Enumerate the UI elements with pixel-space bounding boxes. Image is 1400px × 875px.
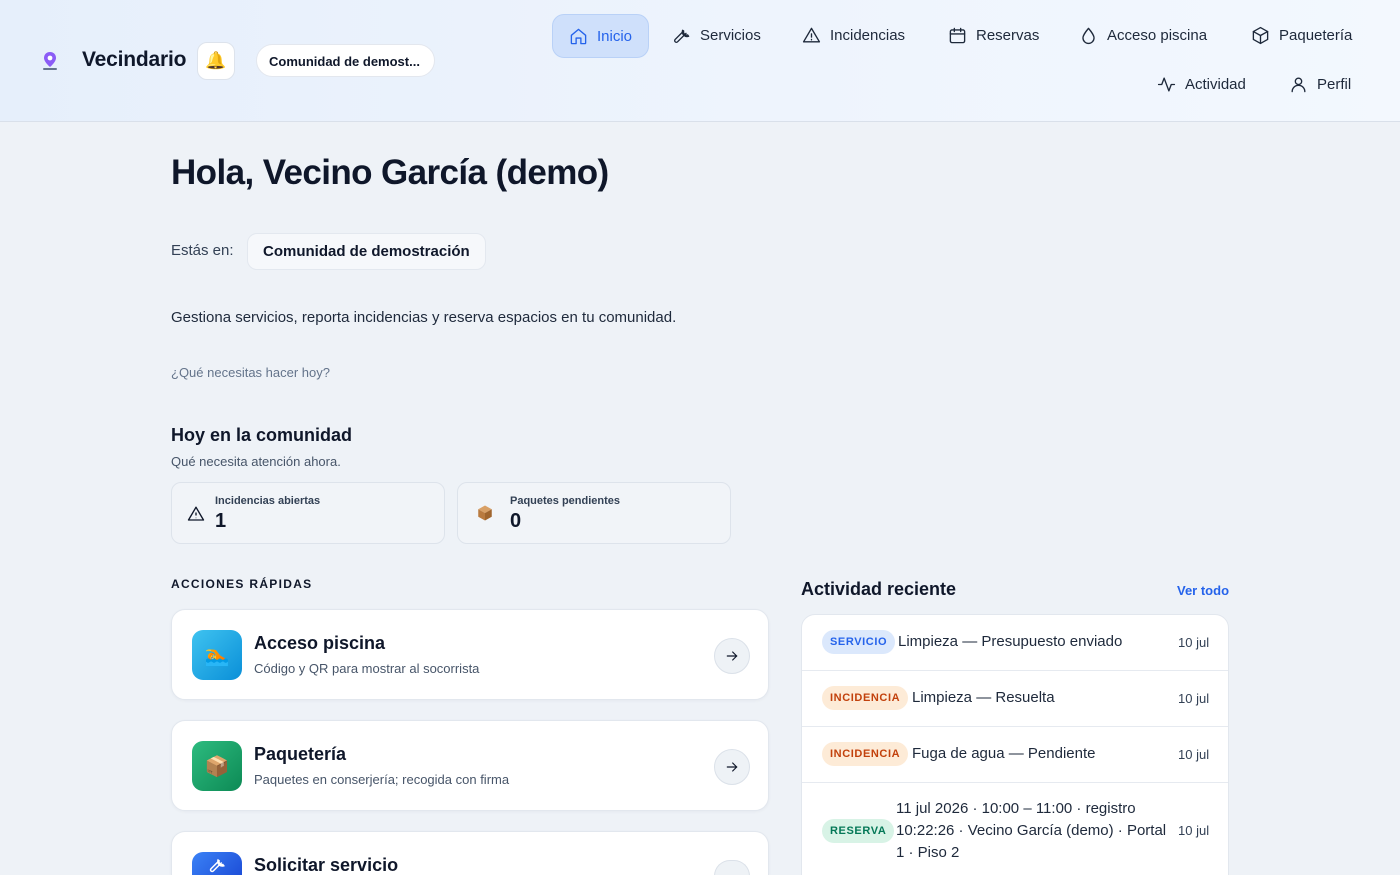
- nav-label: Incidencias: [830, 26, 906, 44]
- activity-date: 10 jul: [1178, 635, 1210, 650]
- activity-text: Limpieza — Resuelta: [912, 689, 1055, 706]
- activity-item[interactable]: RESERVA 11 jul 2026 · 10:00 – 11:00 · re…: [802, 783, 1228, 875]
- app-name[interactable]: Vecindario: [82, 48, 186, 72]
- status-badge: RESERVA: [822, 819, 895, 843]
- nav-label: Paquetería: [1279, 26, 1353, 44]
- activity-date: 10 jul: [1178, 823, 1210, 838]
- top-header: Vecindario 🔔 Comunidad de demost... Inic…: [0, 0, 1400, 122]
- nav-incidencias[interactable]: Incidencias: [786, 13, 921, 57]
- activity-item[interactable]: SERVICIO Limpieza — Presupuesto enviado …: [802, 615, 1228, 671]
- nav-perfil[interactable]: Perfil: [1273, 62, 1367, 106]
- quick-action-solicitar-servicio[interactable]: Solicitar servicio: [171, 831, 769, 875]
- nav-inicio[interactable]: Inicio: [552, 14, 650, 58]
- nav-servicios[interactable]: Servicios: [656, 13, 777, 57]
- droplet-icon: [1082, 27, 1095, 44]
- quick-actions-title: ACCIONES RÁPIDAS: [171, 577, 313, 591]
- home-icon: [570, 28, 587, 44]
- nav-label: Acceso piscina: [1107, 26, 1208, 44]
- stat-label: Incidencias abiertas: [215, 495, 321, 507]
- activity-title: Actividad reciente: [801, 579, 957, 599]
- page-title: Hola, Vecino García (demo): [171, 153, 609, 192]
- package-icon: [478, 505, 492, 521]
- nav-label: Perfil: [1317, 75, 1352, 93]
- warning-icon: [187, 506, 205, 521]
- activity-item[interactable]: INCIDENCIA Limpieza — Resuelta 10 jul: [802, 671, 1228, 727]
- today-title: Hoy en la comunidad: [171, 425, 353, 445]
- status-badge: SERVICIO: [822, 630, 896, 654]
- status-badge: INCIDENCIA: [822, 686, 909, 710]
- status-badge: INCIDENCIA: [822, 742, 909, 766]
- view-all-link[interactable]: Ver todo: [1177, 583, 1229, 598]
- quick-action-description: Paquetes en conserjería; recogida con fi…: [254, 772, 510, 787]
- activity-date: 10 jul: [1178, 747, 1210, 762]
- package-icon: [1252, 26, 1269, 44]
- nav-label: Reservas: [976, 26, 1040, 44]
- activity-text: Fuga de agua — Pendiente: [912, 745, 1096, 762]
- nav-paqueteria[interactable]: Paquetería: [1235, 13, 1368, 57]
- quick-action-name: Solicitar servicio: [254, 855, 399, 875]
- arrow-right-icon[interactable]: [714, 860, 750, 875]
- nav-acceso-piscina[interactable]: Acceso piscina: [1063, 13, 1223, 57]
- activity-item[interactable]: INCIDENCIA Fuga de agua — Pendiente 10 j…: [802, 727, 1228, 783]
- arrow-right-icon[interactable]: [714, 638, 750, 674]
- nav-reservas[interactable]: Reservas: [932, 13, 1055, 57]
- quick-action-acceso-piscina[interactable]: 🏊 Acceso piscina Código y QR para mostra…: [171, 609, 769, 700]
- wrench-icon: [192, 852, 242, 875]
- activity-date: 10 jul: [1178, 691, 1210, 706]
- warning-icon: [802, 27, 821, 43]
- prompt-text: ¿Qué necesitas hacer hoy?: [171, 365, 330, 380]
- nav-label: Actividad: [1185, 75, 1246, 93]
- activity-list: SERVICIO Limpieza — Presupuesto enviado …: [801, 614, 1229, 875]
- quick-action-name: Acceso piscina: [254, 633, 386, 653]
- swimmer-icon: 🏊: [192, 630, 242, 680]
- nav-label: Servicios: [700, 26, 761, 44]
- community-selector[interactable]: Comunidad de demost...: [256, 44, 435, 77]
- stat-label: Paquetes pendientes: [510, 495, 621, 507]
- calendar-icon: [949, 27, 966, 43]
- nav-label: Inicio: [597, 27, 633, 45]
- stat-value: 0: [510, 510, 522, 532]
- activity-text: Limpieza — Presupuesto enviado: [898, 633, 1123, 650]
- nav-actividad[interactable]: Actividad: [1141, 62, 1262, 106]
- stat-value: 1: [215, 510, 227, 532]
- bell-icon: 🔔: [205, 51, 227, 70]
- page-lead: Gestiona servicios, reporta incidencias …: [171, 309, 677, 326]
- package-icon: 📦: [192, 741, 242, 791]
- quick-action-name: Paquetería: [254, 744, 347, 764]
- today-subtitle: Qué necesita atención ahora.: [171, 454, 341, 469]
- quick-action-description: Código y QR para mostrar al socorrista: [254, 661, 480, 676]
- location-pin-icon: [43, 52, 57, 70]
- quick-action-paqueteria[interactable]: 📦 Paquetería Paquetes en conserjería; re…: [171, 720, 769, 811]
- user-icon: [1291, 76, 1306, 92]
- wrench-icon: [674, 29, 690, 43]
- location-label: Estás en:: [171, 242, 234, 259]
- activity-text: 11 jul 2026 · 10:00 – 11:00 · registro 1…: [896, 800, 1167, 861]
- stat-card-paquetes[interactable]: Paquetes pendientes 0: [457, 482, 731, 544]
- stat-card-incidencias[interactable]: Incidencias abiertas 1: [171, 482, 445, 544]
- arrow-right-icon[interactable]: [714, 749, 750, 785]
- location-chip[interactable]: Comunidad de demostración: [247, 233, 486, 270]
- notifications-button[interactable]: 🔔: [197, 42, 235, 80]
- activity-icon: [1157, 76, 1176, 92]
